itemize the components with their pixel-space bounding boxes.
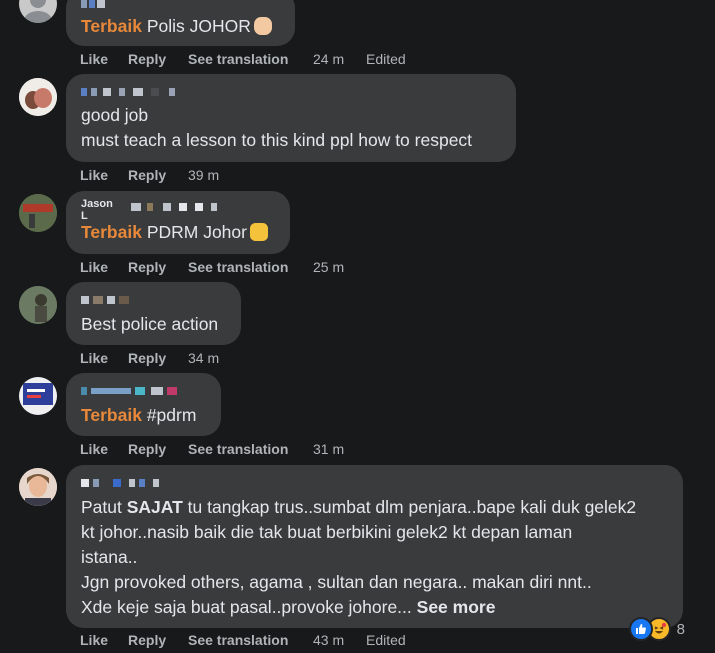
- comment-bubble: Terbaik #pdrm: [66, 373, 221, 436]
- reply-button[interactable]: Reply: [128, 632, 166, 648]
- comment-text-line: kt johor..nasib baik die tak buat berbik…: [81, 522, 573, 542]
- comment-text-line: good job: [81, 105, 149, 125]
- clapping-hands-icon: [253, 17, 272, 35]
- see-translation-button[interactable]: See translation: [188, 51, 288, 67]
- comment-text: Terbaik #pdrm: [81, 405, 197, 425]
- see-translation-button[interactable]: See translation: [188, 259, 288, 275]
- comment-text: Terbaik Polis JOHOR: [81, 14, 272, 39]
- avatar[interactable]: [19, 0, 57, 23]
- avatar[interactable]: [19, 78, 57, 116]
- edited-label: Edited: [366, 51, 406, 67]
- thumbs-up-icon: [249, 223, 268, 241]
- timestamp[interactable]: 24 m: [313, 51, 344, 67]
- like-button[interactable]: Like: [80, 441, 108, 457]
- see-more-link[interactable]: See more: [417, 597, 496, 617]
- avatar[interactable]: [19, 194, 57, 232]
- like-icon: [628, 617, 653, 641]
- see-translation-button[interactable]: See translation: [188, 441, 288, 457]
- reply-button[interactable]: Reply: [128, 167, 166, 183]
- reply-button[interactable]: Reply: [128, 259, 166, 275]
- comment-text-line: Patut SAJAT tu tangkap trus..sumbat dlm …: [81, 497, 637, 517]
- reply-button[interactable]: Reply: [128, 51, 166, 67]
- like-button[interactable]: Like: [80, 632, 108, 648]
- comment-text-line: Xde keje saja buat pasal..provoke johore…: [81, 597, 496, 617]
- comment-bubble: Jason L Terbaik PDRM Johor: [66, 191, 290, 254]
- timestamp[interactable]: 34 m: [188, 350, 219, 366]
- reply-button[interactable]: Reply: [128, 441, 166, 457]
- timestamp[interactable]: 39 m: [188, 167, 219, 183]
- comment-text: Terbaik PDRM Johor: [81, 220, 268, 245]
- comment-text-line: istana..: [81, 547, 138, 567]
- comment-bubble: Best police action: [66, 282, 241, 345]
- reaction-summary[interactable]: 8: [628, 617, 685, 641]
- edited-label: Edited: [366, 632, 406, 648]
- like-button[interactable]: Like: [80, 259, 108, 275]
- comment-bubble: good job must teach a lesson to this kin…: [66, 74, 516, 162]
- comment-text-line: must teach a lesson to this kind ppl how…: [81, 130, 473, 150]
- like-button[interactable]: Like: [80, 167, 108, 183]
- avatar[interactable]: [19, 377, 57, 415]
- avatar[interactable]: [19, 468, 57, 506]
- comment-bubble: Patut SAJAT tu tangkap trus..sumbat dlm …: [66, 465, 683, 628]
- timestamp[interactable]: 25 m: [313, 259, 344, 275]
- timestamp[interactable]: 31 m: [313, 441, 344, 457]
- like-button[interactable]: Like: [80, 350, 108, 366]
- comment-bubble: Terbaik Polis JOHOR: [66, 0, 295, 46]
- comment-text-line: Jgn provoked others, agama , sultan dan …: [81, 572, 592, 592]
- like-button[interactable]: Like: [80, 51, 108, 67]
- reply-button[interactable]: Reply: [128, 350, 166, 366]
- avatar[interactable]: [19, 286, 57, 324]
- see-translation-button[interactable]: See translation: [188, 632, 288, 648]
- timestamp[interactable]: 43 m: [313, 632, 344, 648]
- comment-text: Best police action: [81, 314, 219, 334]
- reaction-count: 8: [676, 620, 685, 638]
